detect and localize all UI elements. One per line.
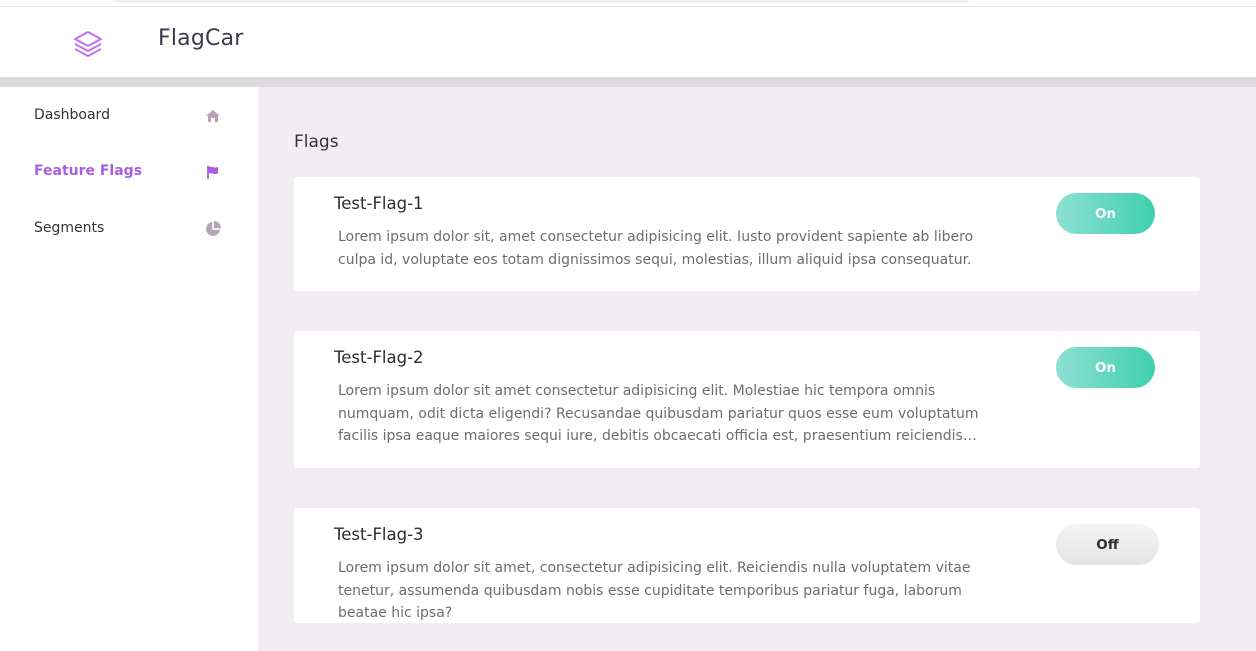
layers-icon[interactable]	[72, 27, 104, 59]
flag-description: Lorem ipsum dolor sit amet, consectetur …	[338, 560, 971, 621]
pie-chart-icon	[206, 221, 221, 236]
app-name[interactable]: FlagCar	[158, 26, 244, 51]
sidebar-item-feature-flags[interactable]: Feature Flags	[0, 151, 258, 191]
flag-card: Test-Flag-1 Lorem ipsum dolor sit, amet …	[294, 177, 1200, 291]
flag-toggle-button[interactable]: On	[1056, 347, 1155, 388]
flag-name: Test-Flag-1	[334, 194, 424, 213]
sidebar-item-dashboard[interactable]: Dashboard	[0, 95, 258, 135]
flag-icon	[207, 166, 218, 179]
flag-name: Test-Flag-2	[334, 348, 424, 367]
sidebar-item-label: Feature Flags	[34, 163, 143, 179]
flag-card: Test-Flag-3 Lorem ipsum dolor sit amet, …	[294, 508, 1200, 623]
flag-toggle-button[interactable]: On	[1056, 193, 1155, 234]
sidebar: Dashboard Feature Flags Segments	[0, 87, 258, 651]
flag-name: Test-Flag-3	[334, 525, 424, 544]
sidebar-item-label: Dashboard	[34, 107, 110, 123]
browser-address-strip	[0, 0, 1256, 7]
flag-description: Lorem ipsum dolor sit amet consectetur a…	[338, 383, 979, 444]
flag-description: Lorem ipsum dolor sit, amet consectetur …	[338, 229, 974, 268]
page-title: Flags	[294, 132, 339, 152]
home-icon	[206, 110, 220, 122]
sidebar-item-label: Segments	[34, 220, 105, 236]
address-bar[interactable]	[112, 0, 970, 3]
sidebar-item-segments[interactable]: Segments	[0, 208, 258, 248]
flag-toggle-button[interactable]: Off	[1056, 524, 1159, 565]
top-bar: FlagCar	[0, 7, 1256, 77]
main-content: Flags Test-Flag-1 Lorem ipsum dolor sit,…	[258, 87, 1256, 651]
top-bar-divider	[0, 77, 1256, 87]
flag-card: Test-Flag-2 Lorem ipsum dolor sit amet c…	[294, 331, 1200, 468]
